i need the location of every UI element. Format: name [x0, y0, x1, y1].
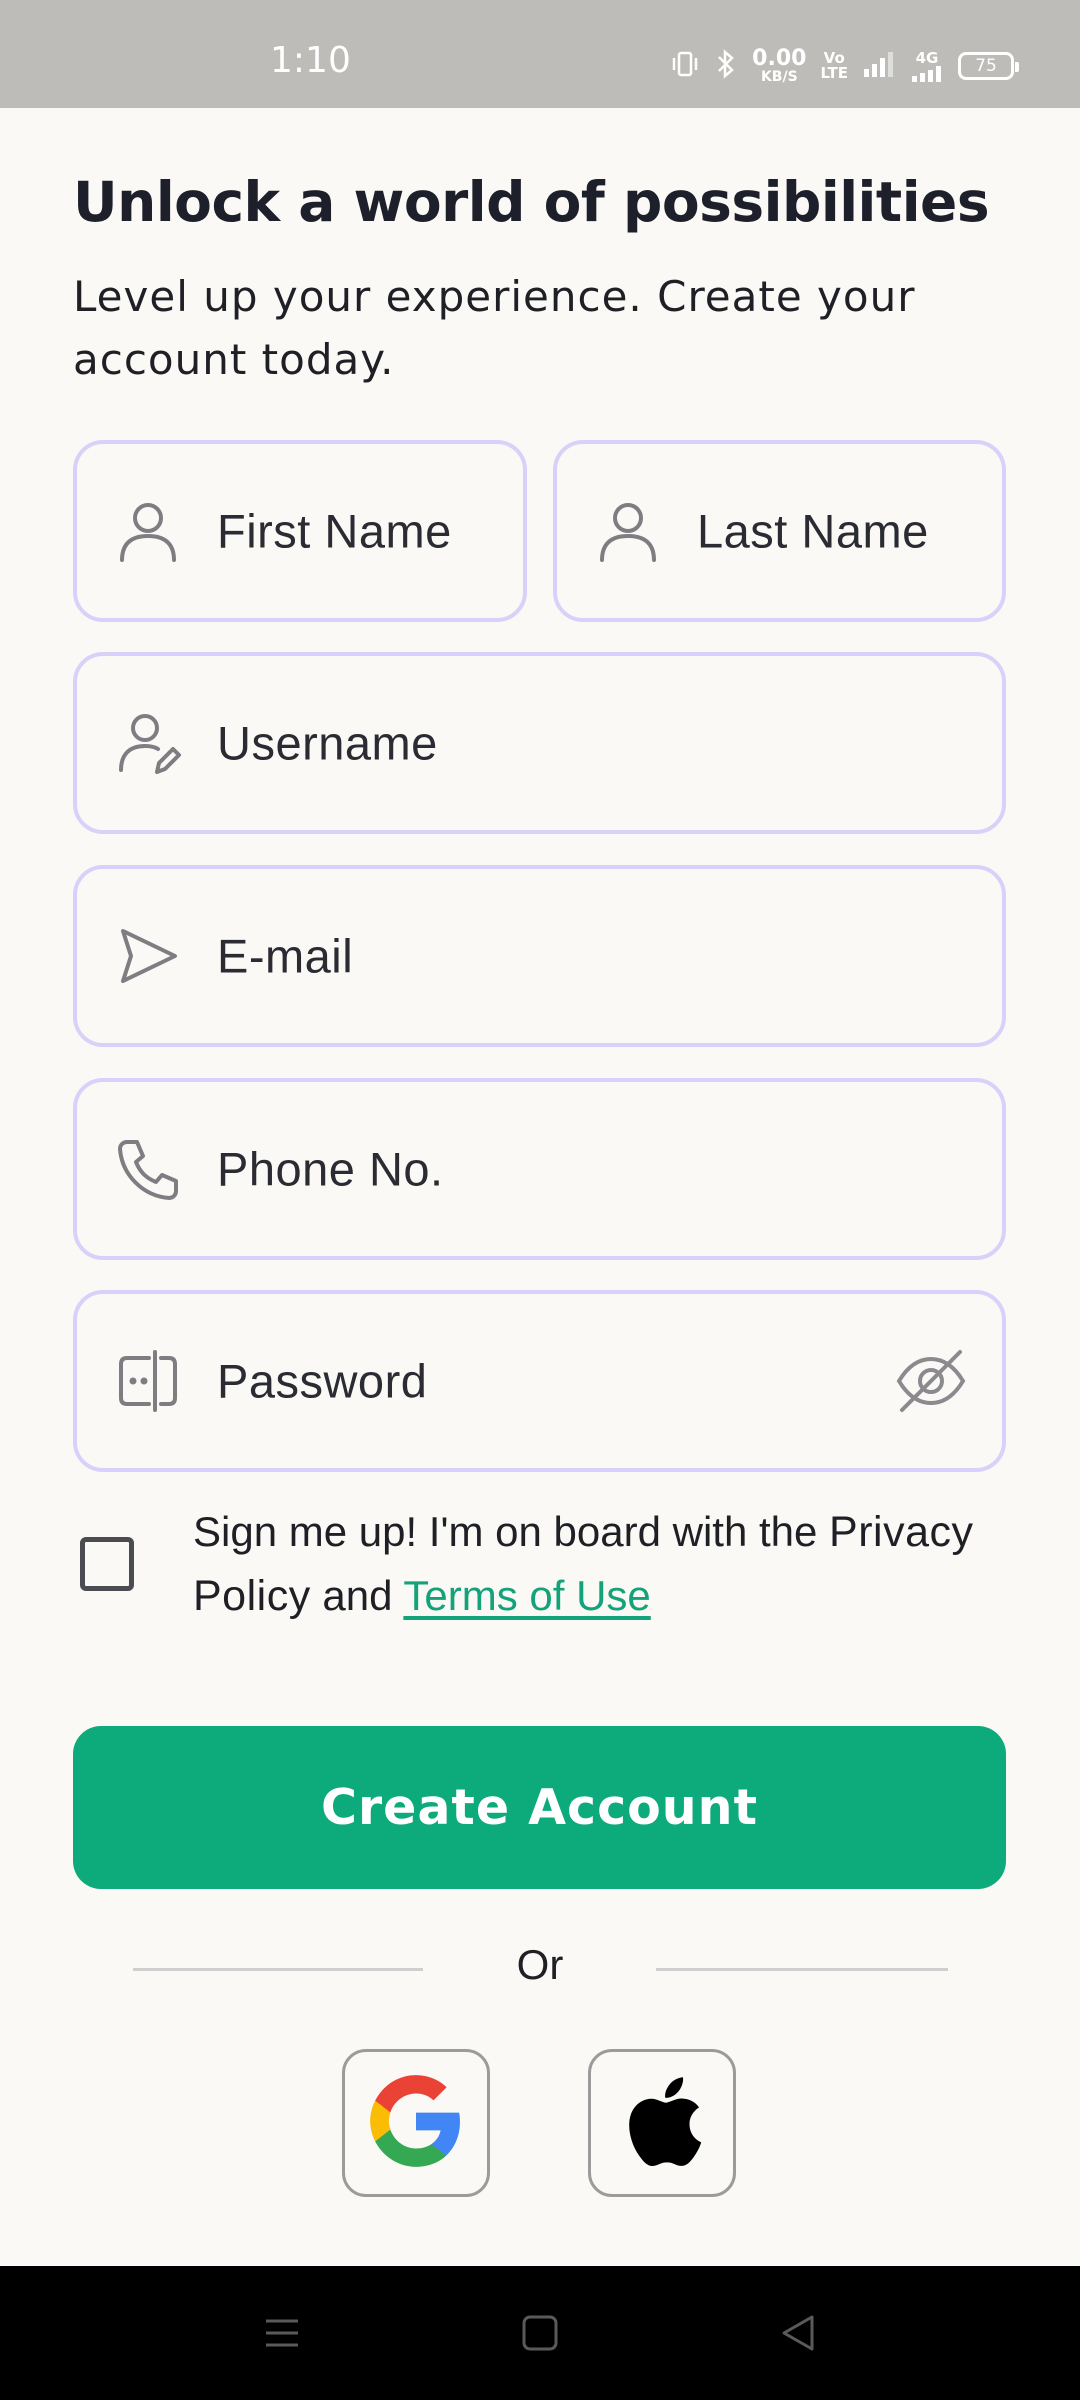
- signal-4g-icon: [912, 65, 941, 82]
- page-title: Unlock a world of possibilities: [73, 170, 990, 234]
- username-field[interactable]: Username: [73, 652, 1006, 834]
- google-signin-button[interactable]: [342, 2049, 490, 2197]
- network-speed-value: 0.00: [752, 46, 807, 71]
- page-subtitle: Level up your experience. Create your ac…: [73, 272, 916, 384]
- terms-of-use-link[interactable]: Terms of Use: [403, 1572, 650, 1619]
- status-bar: 1:10 0.00 KB/S Vo LTE 4G 75: [0, 0, 1080, 108]
- vibrate-icon: [670, 49, 700, 84]
- volte-indicator: Vo LTE: [820, 49, 848, 82]
- password-icon: [113, 1346, 183, 1416]
- agreement-prefix: Sign me up! I'm on board with the: [193, 1508, 818, 1555]
- home-icon: [522, 2315, 558, 2351]
- phone-placeholder: Phone No.: [217, 1142, 444, 1196]
- divider-right: [656, 1968, 948, 1971]
- signal-4g: 4G: [910, 48, 944, 82]
- google-icon: [366, 2071, 466, 2176]
- person-icon: [113, 496, 183, 566]
- last-name-placeholder: Last Name: [697, 504, 929, 558]
- or-divider-text: Or: [516, 1941, 564, 1988]
- apple-signin-button[interactable]: [588, 2049, 736, 2197]
- nav-back-button[interactable]: [738, 2266, 858, 2400]
- agreement-text: Sign me up! I'm on board with the Privac…: [193, 1500, 1023, 1628]
- back-icon: [782, 2315, 814, 2351]
- first-name-field[interactable]: First Name: [73, 440, 527, 622]
- last-name-field[interactable]: Last Name: [553, 440, 1006, 622]
- create-account-button[interactable]: Create Account: [73, 1726, 1006, 1889]
- email-field[interactable]: E-mail: [73, 865, 1006, 1047]
- username-placeholder: Username: [217, 716, 438, 770]
- terms-checkbox[interactable]: [80, 1537, 134, 1591]
- user-edit-icon: [113, 708, 183, 778]
- phone-field[interactable]: Phone No.: [73, 1078, 1006, 1260]
- phone-icon: [113, 1134, 183, 1204]
- person-icon: [593, 496, 663, 566]
- nav-home-button[interactable]: [480, 2266, 600, 2400]
- email-placeholder: E-mail: [217, 929, 354, 983]
- network-type: 4G: [915, 48, 939, 67]
- nav-menu-button[interactable]: [222, 2266, 342, 2400]
- network-speed-unit: KB/S: [760, 69, 798, 85]
- signal-icon: [862, 49, 896, 84]
- password-placeholder: Password: [217, 1354, 428, 1408]
- status-icons: 0.00 KB/S Vo LTE 4G 75: [670, 46, 1019, 85]
- bluetooth-icon: [714, 48, 738, 84]
- status-time: 1:10: [270, 40, 351, 81]
- battery-indicator: 75: [958, 52, 1019, 80]
- network-speed: 0.00 KB/S: [752, 46, 807, 85]
- menu-icon: [266, 2319, 298, 2347]
- apple-icon: [620, 2071, 704, 2176]
- system-nav-bar: [0, 2266, 1080, 2400]
- send-icon: [113, 921, 183, 991]
- agreement-and: and: [322, 1572, 393, 1619]
- first-name-placeholder: First Name: [217, 504, 452, 558]
- eye-off-icon[interactable]: [894, 1344, 968, 1418]
- password-field[interactable]: Password: [73, 1290, 1006, 1472]
